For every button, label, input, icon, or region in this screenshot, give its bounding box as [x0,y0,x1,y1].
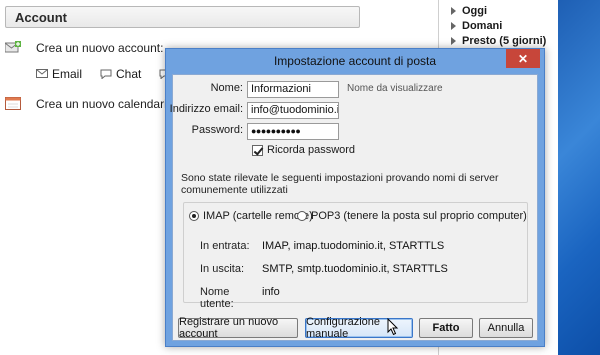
email-label: Indirizzo email: [169,103,243,115]
password-label: Password: [191,124,243,136]
agenda-item-tomorrow[interactable]: Domani [439,18,559,33]
chat-icon [100,69,112,79]
close-button[interactable]: ✕ [506,49,540,68]
pop3-radio[interactable] [297,211,307,221]
dialog-body: Nome: Informazioni Nome da visualizzare … [170,74,538,341]
imap-option[interactable]: IMAP (cartelle remote) [189,210,313,222]
remember-password-label: Ricorda password [267,144,356,156]
password-field[interactable]: ●●●●●●●●●● [247,123,339,140]
create-account-label: Crea un nuovo account: [36,41,164,55]
email-link-label: Email [52,67,83,81]
dialog-title: Impostazione account di posta [273,54,437,68]
new-account-icon [5,41,21,53]
incoming-value: IMAP, imap.tuodominio.it, STARTTLS [262,240,445,252]
imap-radio[interactable] [189,211,199,221]
email-link[interactable]: Email [36,67,82,81]
pop3-option[interactable]: POP3 (tenere la posta sul proprio comput… [297,210,527,222]
dialog-titlebar[interactable]: Impostazione account di posta ✕ [166,49,544,73]
calendar-icon [5,97,21,110]
agenda-item-today[interactable]: Oggi [439,3,559,18]
expand-arrow-icon [451,21,456,30]
pop3-label: POP3 (tenere la posta sul proprio comput… [311,210,527,222]
chat-link-label: Chat [116,67,142,81]
settings-group: IMAP (cartelle remote) POP3 (tenere la p… [183,202,528,310]
expand-arrow-icon [451,6,456,15]
email-field[interactable]: info@tuodominio.it [247,102,339,119]
account-section-header: Account [5,6,360,28]
mail-icon [36,69,48,78]
register-new-account-button[interactable]: Registrare un nuovo account [178,316,298,340]
cancel-button[interactable]: Annulla [479,318,533,338]
expand-arrow-icon [451,36,456,45]
username-label: Nome utente: [200,286,234,310]
name-hint: Nome da visualizzare [347,83,443,94]
remember-password-checkbox[interactable] [252,144,263,156]
agenda-item-soon[interactable]: Presto (5 giorni) [439,33,559,48]
outgoing-value: SMTP, smtp.tuodominio.it, STARTTLS [262,263,448,275]
mouse-pointer-icon [387,318,399,336]
name-label: Nome: [210,82,243,94]
username-value: info [262,286,280,298]
remember-password-row[interactable]: Ricorda password [252,144,355,156]
mail-account-setup-dialog: Impostazione account di posta ✕ Nome: In… [165,48,545,347]
account-section-title: Account [15,10,67,25]
done-button[interactable]: Fatto [419,318,473,338]
incoming-label: In entrata: [200,240,250,252]
desktop-background [558,0,600,355]
detected-settings-text: Sono state rilevate le seguenti impostaz… [181,172,499,196]
chat-link[interactable]: Chat [100,67,141,81]
name-field[interactable]: Informazioni [247,81,339,98]
outgoing-label: In uscita: [200,263,245,275]
